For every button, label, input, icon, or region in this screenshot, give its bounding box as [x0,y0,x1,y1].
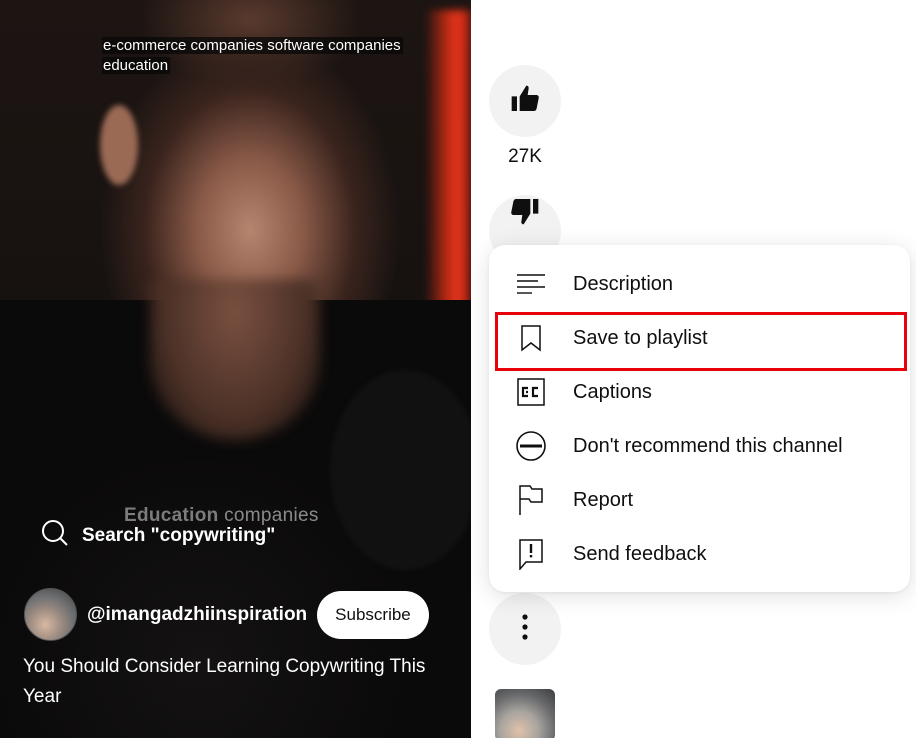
more-options-menu: Description Save to playlist Captions Do… [489,245,910,592]
menu-item-label: Don't recommend this channel [573,434,843,457]
caption-line: e-commerce companies software companies [102,37,403,54]
menu-item-dont-recommend[interactable]: Don't recommend this channel [489,419,910,473]
search-suggestion[interactable]: Search "copywriting" [40,518,275,553]
thumbs-down-icon [509,195,541,232]
like-button[interactable] [489,65,561,137]
menu-item-report[interactable]: Report [489,473,910,527]
feedback-icon [515,538,547,570]
channel-handle[interactable]: @imangadzhiinspiration [87,604,307,626]
subscribe-button[interactable]: Subscribe [317,590,429,639]
channel-thumbnail[interactable] [495,689,555,738]
bookmark-icon [515,322,547,354]
more-vert-icon [521,613,529,646]
channel-row: @imangadzhiinspiration Subscribe [24,588,429,641]
like-count: 27K [508,146,542,167]
menu-item-label: Report [573,488,634,511]
cc-icon [515,376,547,408]
menu-item-captions[interactable]: Captions [489,365,910,419]
menu-item-send-feedback[interactable]: Send feedback [489,527,910,581]
thumbs-up-icon [509,83,541,120]
block-icon [515,430,547,462]
video-frame-ear [100,105,138,185]
channel-avatar[interactable] [24,588,77,641]
video-frame-neck [150,280,320,440]
video-player[interactable]: e-commerce companies software companies … [0,0,471,738]
more-options-button[interactable] [489,593,561,665]
search-icon [40,518,70,553]
menu-item-label: Description [573,272,674,295]
shorts-player: e-commerce companies software companies … [0,0,916,738]
flag-icon [515,484,547,516]
menu-item-label: Captions [573,380,652,403]
menu-item-save-to-playlist[interactable]: Save to playlist [489,311,910,371]
search-suggestion-text: Search "copywriting" [82,524,276,546]
closed-caption: e-commerce companies software companies … [102,36,432,76]
video-frame-mic [330,370,471,570]
menu-item-description[interactable]: Description [489,257,910,311]
video-title[interactable]: You Should Consider Learning Copywriting… [23,652,443,712]
menu-item-label: Save to playlist [573,326,708,349]
description-icon [515,268,547,300]
caption-line: education [102,57,171,74]
menu-item-label: Send feedback [573,542,707,565]
